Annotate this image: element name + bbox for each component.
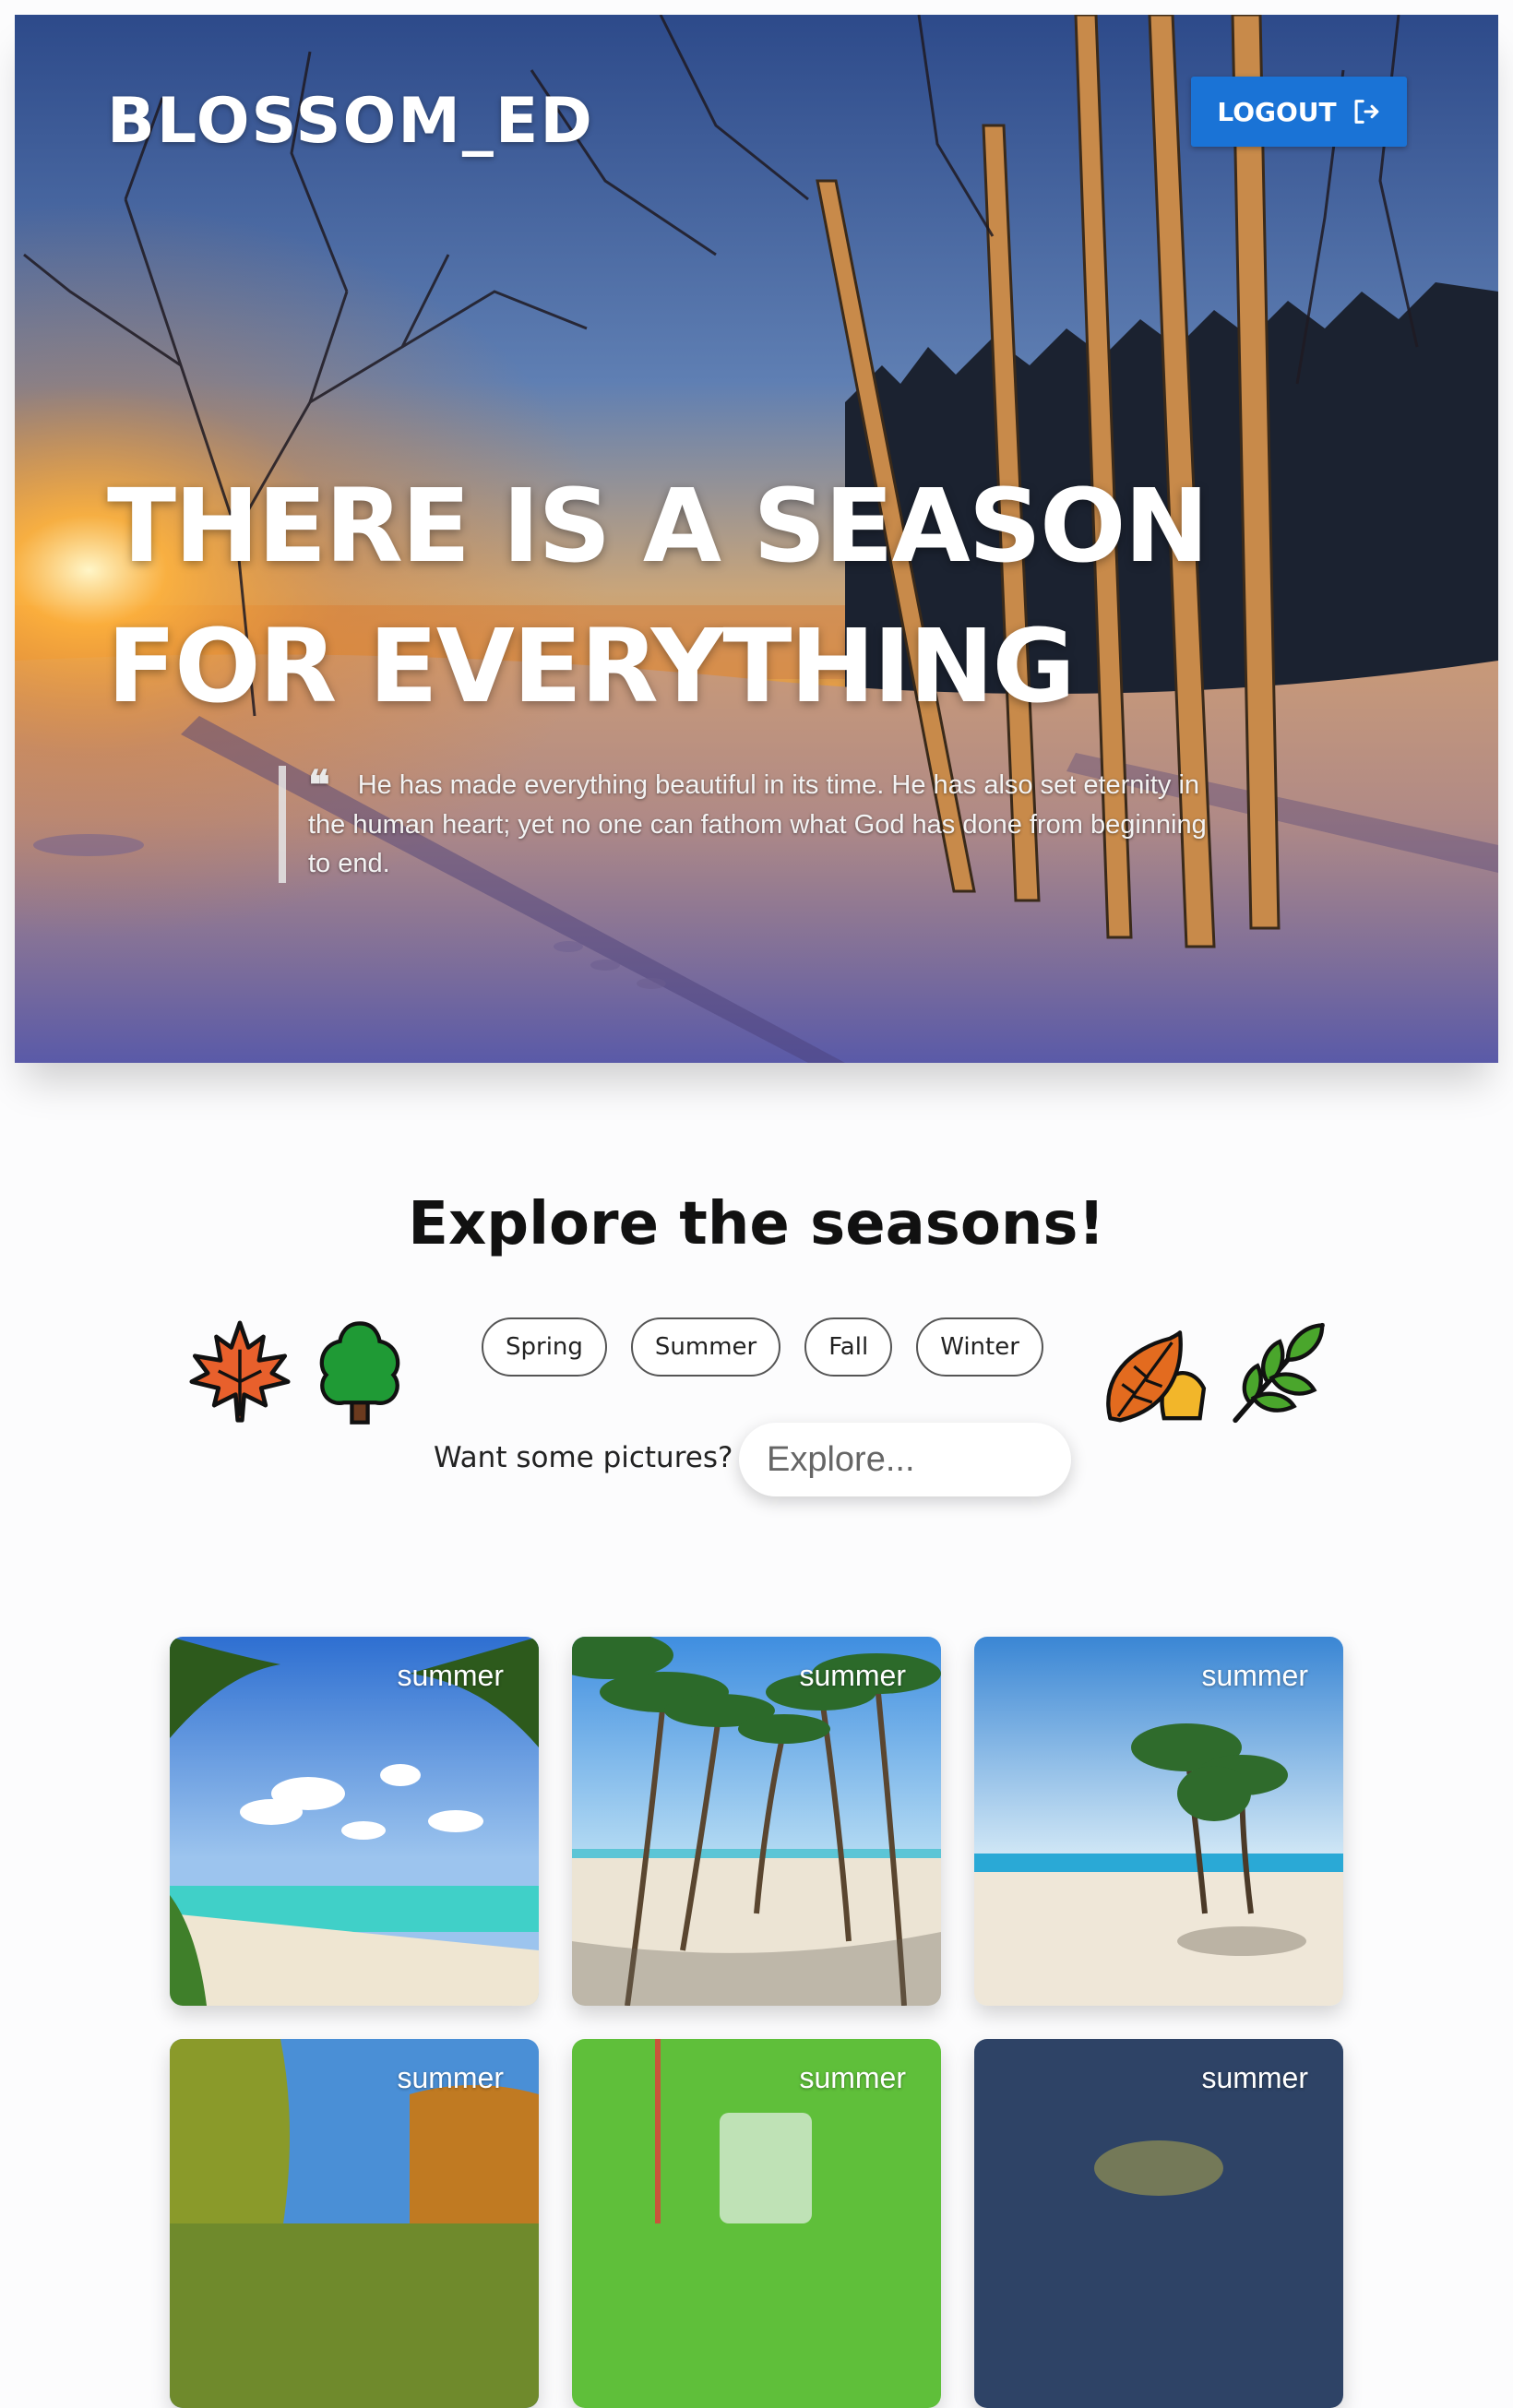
hero-headline-line1: THERE IS A SEASON [107, 467, 1209, 585]
gallery-card[interactable]: summer [572, 2039, 941, 2408]
chip-summer[interactable]: Summer [630, 1317, 781, 1377]
brand-logo[interactable]: BLOSSOM_ED [107, 85, 594, 158]
card-label: summer [397, 1659, 504, 1692]
card-label: summer [1201, 1659, 1308, 1692]
hero-quote-text: He has made everything beautiful in its … [308, 770, 1207, 878]
quote-mark-icon: ❝ [308, 762, 330, 809]
gallery-card[interactable]: summer [170, 2039, 539, 2408]
card-label: summer [397, 2061, 504, 2094]
season-filter-chips: Spring Summer Fall Winter [482, 1317, 1043, 1377]
explore-search-input[interactable] [739, 1423, 1071, 1496]
section-title: Explore the seasons! [408, 1190, 1105, 1258]
chip-winter[interactable]: Winter [916, 1317, 1043, 1377]
hero-headline-line2: FOR EVERYTHING [107, 607, 1076, 725]
explore-prompt: Want some pictures? [434, 1441, 733, 1474]
card-label: summer [1201, 2061, 1308, 2094]
logout-icon [1354, 100, 1378, 124]
chip-fall[interactable]: Fall [804, 1317, 893, 1377]
gallery-card[interactable]: summer [170, 1637, 539, 2006]
card-label: summer [799, 1659, 906, 1692]
maple-leaf-icon [189, 1320, 291, 1423]
gallery-card[interactable]: summer [974, 1637, 1343, 2006]
chip-spring[interactable]: Spring [482, 1317, 607, 1377]
card-label: summer [799, 2061, 906, 2094]
hero-headline: THERE IS A SEASON FOR EVERYTHING [107, 456, 1325, 736]
gallery-card[interactable]: summer [572, 1637, 941, 2006]
hero-banner: BLOSSOM_ED LOGOUT THERE IS A SEASON FOR … [15, 15, 1498, 1063]
herb-icon [1233, 1322, 1325, 1424]
logout-label: LOGOUT [1217, 96, 1337, 127]
tree-icon [319, 1321, 400, 1425]
gallery-card[interactable]: summer [974, 2039, 1343, 2408]
hero-quote: ❝ He has made everything beautiful in its… [279, 766, 1212, 883]
logout-button[interactable]: LOGOUT [1191, 77, 1407, 147]
fallen-leaf-icon [1106, 1330, 1207, 1423]
